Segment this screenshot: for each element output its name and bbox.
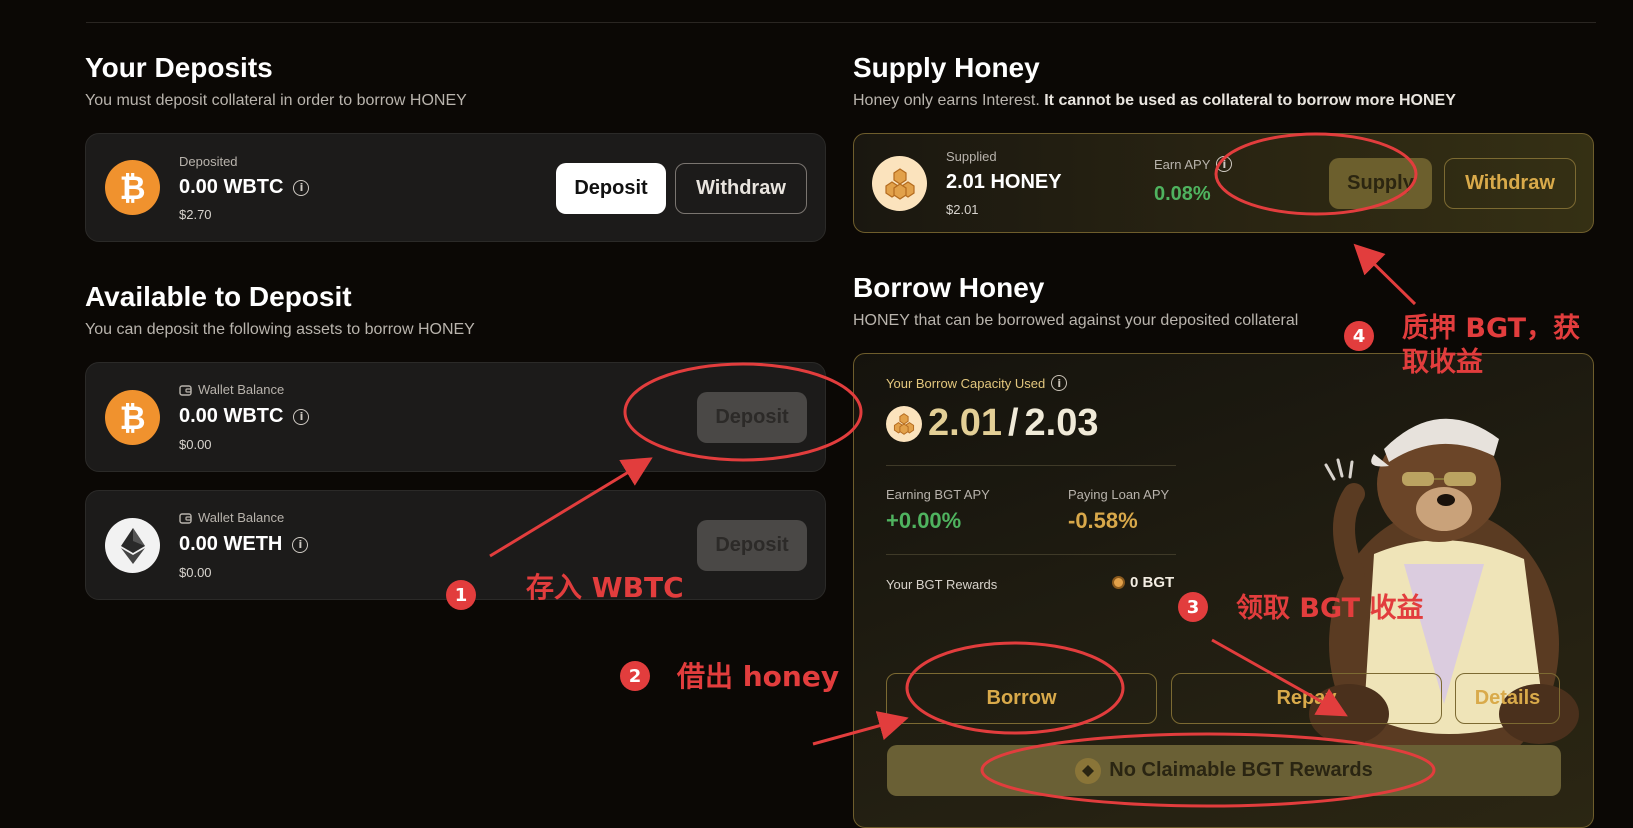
annotation-stake-bgt-line1: 质押 BGT，获 xyxy=(1402,313,1581,344)
capacity-separator: / xyxy=(1007,402,1019,444)
capacity-value: 2.01 / 2.03 xyxy=(886,402,1099,445)
divider xyxy=(886,465,1176,466)
deposited-amount-value: 0.00 WBTC xyxy=(179,176,284,198)
withdraw-button[interactable]: Withdraw xyxy=(675,163,807,214)
wallet-balance-label: Wallet Balance xyxy=(179,382,284,397)
annotation-badge-4: 4 xyxy=(1344,321,1374,351)
info-icon[interactable]: i xyxy=(292,536,309,553)
bgt-rewards-label: Your BGT Rewards xyxy=(886,577,998,592)
paying-loan-apy-value: -0.58% xyxy=(1068,508,1138,533)
supply-subtitle-plain: Honey only earns Interest. xyxy=(853,92,1045,109)
honeycomb-icon xyxy=(886,405,922,442)
earning-bgt-apy-label: Earning BGT APY xyxy=(886,487,990,502)
borrow-button[interactable]: Borrow xyxy=(886,673,1157,724)
paying-loan-apy-label: Paying Loan APY xyxy=(1068,487,1170,502)
bgt-rewards-amount: 0 BGT xyxy=(1130,574,1175,591)
claim-bgt-rewards-button[interactable]: No Claimable BGT Rewards xyxy=(887,745,1561,796)
deposit-wbtc-button[interactable]: Deposit xyxy=(697,392,807,443)
wbtc-usd: $0.00 xyxy=(179,437,212,452)
annotation-stake-bgt-line2: 取收益 xyxy=(1402,347,1483,378)
capacity-label: Your Borrow Capacity Used i xyxy=(886,375,1068,391)
bitcoin-icon: ₿ xyxy=(105,390,160,445)
deposits-title: Your Deposits xyxy=(85,52,273,83)
deposited-amount: 0.00 WBTC i xyxy=(179,176,310,199)
earn-apy-value: 0.08% xyxy=(1154,183,1211,205)
earn-apy-label: Earn APY i xyxy=(1154,156,1233,172)
top-divider xyxy=(86,22,1596,23)
supply-button[interactable]: Supply xyxy=(1329,158,1432,209)
capacity-total: 2.03 xyxy=(1024,402,1099,444)
wallet-icon xyxy=(179,512,192,524)
wbtc-balance: 0.00 WBTC i xyxy=(179,405,310,428)
deposits-subtitle: You must deposit collateral in order to … xyxy=(85,92,467,109)
deposited-label: Deposited xyxy=(179,154,238,169)
info-icon[interactable]: i xyxy=(1216,156,1233,172)
bgt-token-icon xyxy=(1075,757,1102,784)
repay-button[interactable]: Repay xyxy=(1171,673,1442,724)
earning-bgt-apy-value: +0.00% xyxy=(886,508,962,533)
info-icon[interactable]: i xyxy=(1051,375,1068,391)
earn-apy-text: Earn APY xyxy=(1154,156,1211,172)
available-subtitle: You can deposit the following assets to … xyxy=(85,321,475,338)
supplied-amount: 2.01 HONEY xyxy=(946,171,1062,193)
info-icon[interactable]: i xyxy=(293,408,310,425)
bgt-rewards-value: 0 BGT xyxy=(1112,574,1174,591)
divider xyxy=(886,554,1176,555)
annotation-claim-bgt: 领取 BGT 收益 xyxy=(1236,593,1424,624)
supply-withdraw-button[interactable]: Withdraw xyxy=(1444,158,1576,209)
annotation-badge-2: 2 xyxy=(620,661,650,691)
deposited-wbtc-card: ₿ Deposited 0.00 WBTC i $2.70 Deposit Wi… xyxy=(85,133,826,242)
wallet-icon xyxy=(179,384,192,396)
capacity-used: 2.01 xyxy=(928,402,1002,444)
annotation-badge-1: 1 xyxy=(446,580,476,610)
ethereum-icon xyxy=(105,518,160,573)
borrow-subtitle: HONEY that can be borrowed against your … xyxy=(853,312,1299,329)
supplied-label: Supplied xyxy=(946,149,997,164)
deposited-usd: $2.70 xyxy=(179,207,212,222)
bgt-token-icon xyxy=(1112,576,1125,589)
claim-bgt-rewards-label: No Claimable BGT Rewards xyxy=(1109,759,1373,781)
info-icon[interactable]: i xyxy=(293,179,310,196)
supplied-honey-card: Supplied 2.01 HONEY $2.01 Earn APY i 0.0… xyxy=(853,133,1594,233)
annotation-badge-3: 3 xyxy=(1178,592,1208,622)
capacity-label-text: Your Borrow Capacity Used xyxy=(886,375,1046,391)
available-title: Available to Deposit xyxy=(85,281,352,312)
wallet-balance-text: Wallet Balance xyxy=(198,382,285,397)
wbtc-balance-value: 0.00 WBTC xyxy=(179,405,284,427)
borrow-title: Borrow Honey xyxy=(853,272,1045,303)
annotation-deposit-wbtc: 存入 WBTC xyxy=(526,571,684,604)
weth-usd: $0.00 xyxy=(179,565,212,580)
bitcoin-icon: ₿ xyxy=(105,160,160,215)
deposit-weth-button[interactable]: Deposit xyxy=(697,520,807,571)
supply-subtitle-bold: It cannot be used as collateral to borro… xyxy=(1044,92,1456,109)
annotation-stake-bgt: 质押 BGT，获 取收益 xyxy=(1402,312,1580,380)
wallet-balance-label: Wallet Balance xyxy=(179,510,284,525)
deposit-button[interactable]: Deposit xyxy=(556,163,666,214)
annotation-borrow-honey: 借出 honey xyxy=(677,660,840,693)
wallet-balance-text: Wallet Balance xyxy=(198,510,285,525)
details-button[interactable]: Details xyxy=(1455,673,1560,724)
supply-subtitle: Honey only earns Interest. It cannot be … xyxy=(853,92,1456,110)
supply-title: Supply Honey xyxy=(853,52,1040,83)
supplied-usd: $2.01 xyxy=(946,202,979,217)
weth-balance-value: 0.00 WETH xyxy=(179,533,283,555)
wbtc-available-card: ₿ Wallet Balance 0.00 WBTC i $0.00 Depos… xyxy=(85,362,826,472)
honeycomb-icon xyxy=(872,156,927,211)
weth-balance: 0.00 WETH i xyxy=(179,533,309,556)
